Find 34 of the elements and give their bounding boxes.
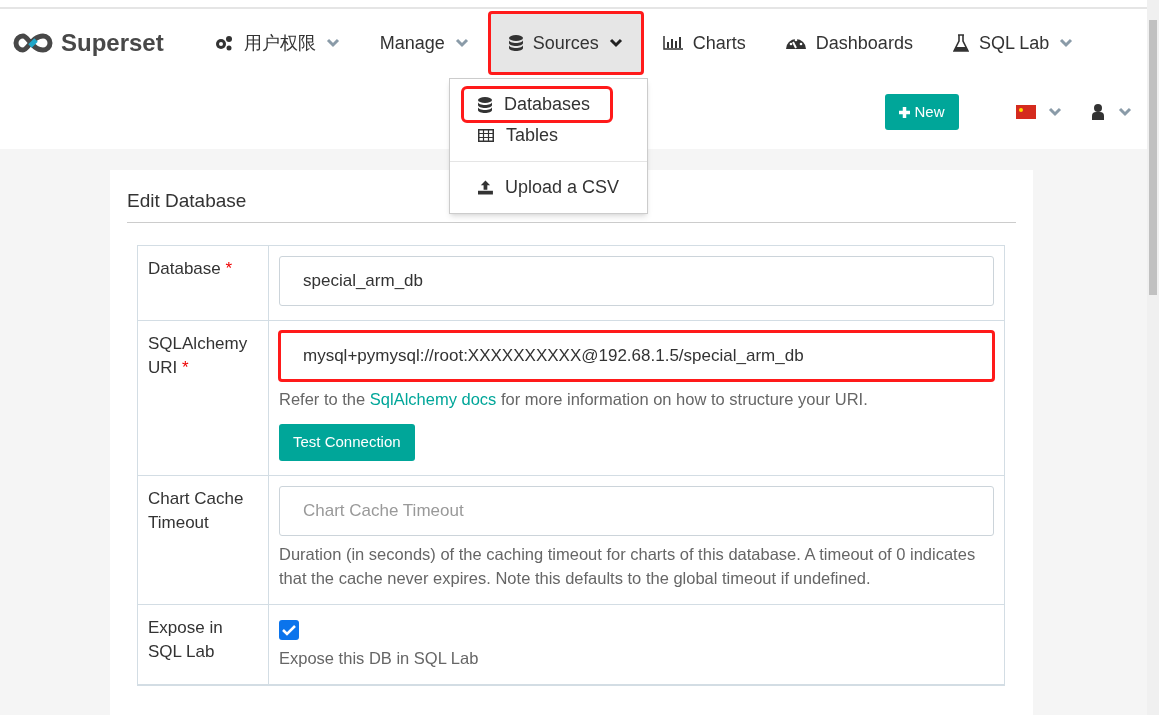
field-label: Database * [148, 257, 234, 280]
brand-name[interactable]: Superset [61, 25, 164, 61]
text-field[interactable]: special_arm_db [279, 255, 994, 306]
nav-item[interactable]: Charts [642, 12, 766, 74]
database-icon [478, 96, 492, 113]
nav-item[interactable]: SQL Lab [932, 12, 1094, 74]
menu-item[interactable]: Databases [464, 89, 610, 120]
help-text: Expose this DB in SQL Lab [279, 647, 480, 669]
table-icon [478, 129, 494, 142]
plus-icon [899, 106, 911, 118]
menu-item[interactable]: Tables [464, 120, 633, 151]
nav-item[interactable]: 用户权限 [193, 12, 360, 74]
flag-icon[interactable] [1016, 105, 1036, 119]
chevron-down-icon[interactable] [1118, 107, 1132, 117]
bar-chart-icon [662, 36, 683, 50]
field-label: SQLAlchemy URI * [148, 332, 249, 379]
user-icon[interactable] [1092, 104, 1104, 120]
help-text: Duration (in seconds) of the caching timeout for charts of this database. A timeout of 0 indicates that the cache never expires. Note this defaults to the global timeout if undefined. [279, 543, 977, 589]
text-field[interactable]: Chart Cache Timeout [279, 485, 994, 536]
field-label: Expose in SQL Lab [148, 616, 224, 663]
nav-item[interactable]: Dashboards [765, 12, 933, 74]
help-text: Refer to the SqlAlchemy docs for more information on how to structure your URI. [279, 388, 869, 410]
scrollbar[interactable] [1147, 0, 1159, 715]
nav-item[interactable]: Manage [359, 12, 489, 74]
flask-icon [952, 34, 969, 52]
checkbox[interactable] [279, 619, 299, 640]
logo-icon [13, 32, 53, 54]
text-field[interactable]: mysql+pymysql://root:XXXXXXXXXX@192.68.1.5/special_arm_db [279, 330, 994, 381]
upload-icon [478, 180, 493, 195]
chevron-down-icon[interactable] [1048, 107, 1062, 117]
gears-icon [213, 35, 234, 51]
field-label: Chart Cache Timeout [148, 487, 245, 534]
database-icon [508, 35, 523, 51]
nav-item[interactable]: Sources [488, 12, 643, 74]
